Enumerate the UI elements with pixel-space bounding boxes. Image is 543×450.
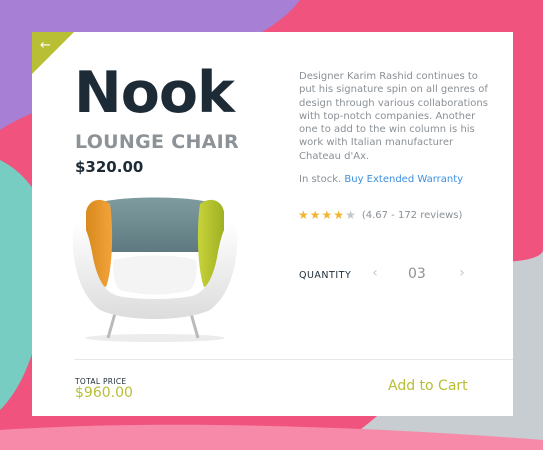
quantity-label: QUANTITY (299, 270, 352, 281)
star-filled-icon: ★ (333, 208, 345, 222)
total-price-value: $960.00 (75, 385, 133, 401)
add-to-cart-button[interactable]: Add to Cart (388, 378, 468, 394)
star-rating: ★ ★ ★ ★ ★ (298, 209, 357, 221)
quantity-value: 03 (408, 266, 426, 282)
chair-image (72, 197, 238, 342)
product-price: $320.00 (75, 158, 144, 176)
rating-summary: (4.67 - 172 reviews) (361, 209, 463, 221)
extended-warranty-link[interactable]: Buy Extended Warranty (344, 174, 463, 185)
chevron-left-icon[interactable]: ‹ (368, 265, 382, 283)
back-corner-shape (32, 32, 74, 74)
star-empty-icon: ★ (345, 208, 356, 222)
product-card: ← Nook LOUNGE CHAIR $320.00 Designer Kar… (32, 32, 513, 416)
product-subtitle: LOUNGE CHAIR (75, 131, 239, 153)
star-filled-icon: ★ (321, 208, 333, 222)
chevron-right-icon[interactable]: › (455, 265, 469, 283)
rating: ★ ★ ★ ★ ★ (4.67 - 172 reviews) (298, 209, 462, 221)
star-filled-icon: ★ (309, 208, 321, 222)
stock-status: In stock. (299, 174, 342, 185)
star-filled-icon: ★ (298, 208, 309, 222)
product-description: Designer Karim Rashid continues to put h… (299, 71, 488, 162)
divider (74, 359, 513, 360)
product-title: Nook (74, 60, 235, 126)
back-button[interactable]: ← (32, 32, 74, 74)
arrow-left-icon: ← (40, 38, 51, 53)
availability-row: In stock. Buy Extended Warranty (299, 174, 463, 185)
